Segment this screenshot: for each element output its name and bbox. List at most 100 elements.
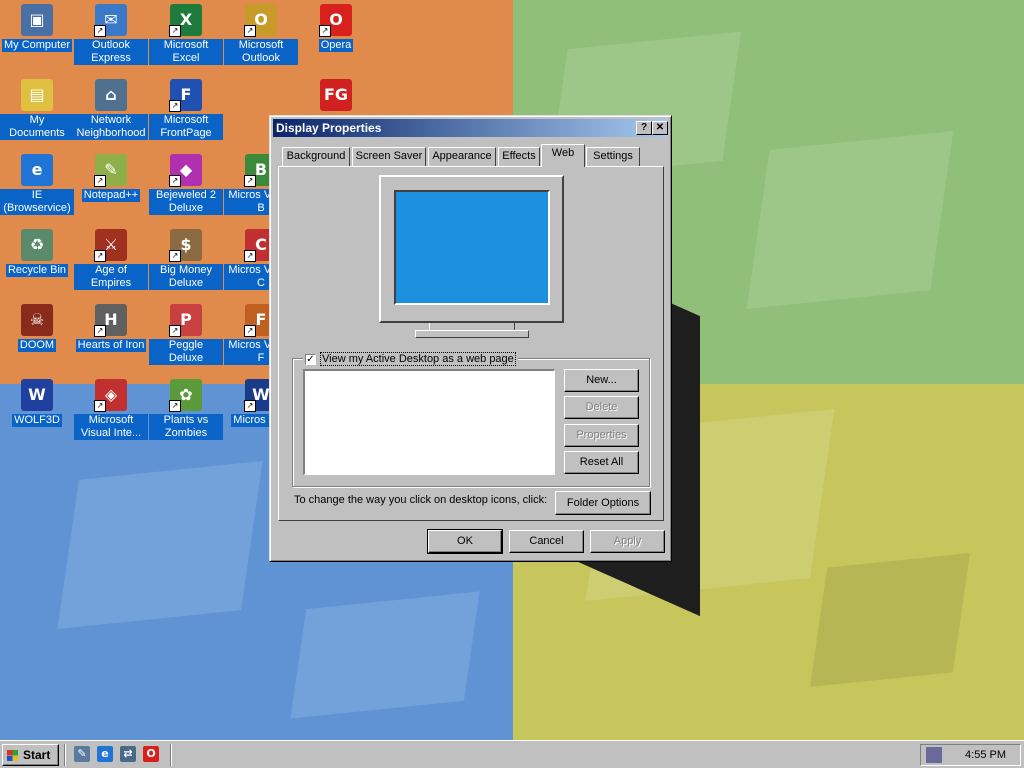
shortcut-arrow-icon: ↗	[169, 250, 181, 262]
app-glyph: ♻	[29, 235, 45, 254]
app-icon: ✉ ↗	[94, 4, 127, 37]
desktop-icon[interactable]: ☠ DOOM	[0, 302, 74, 372]
ie-icon[interactable]: e	[97, 746, 113, 762]
desktop-icon[interactable]: $ ↗ Big Money Deluxe	[149, 227, 223, 297]
active-desktop-checkbox-label[interactable]: View my Active Desktop as a web page	[320, 352, 516, 366]
shortcut-arrow-icon: ↗	[94, 250, 106, 262]
desktop-icon[interactable]: ✎ ↗ Notepad++	[74, 152, 148, 222]
desktop-icon-label: Microsoft Excel	[149, 39, 223, 65]
app-icon: ⚔ ↗	[94, 229, 127, 262]
app-icon: H ↗	[94, 304, 127, 337]
desktop-icon[interactable]: ▣ My Computer	[0, 2, 74, 72]
shortcut-arrow-icon: ↗	[244, 250, 256, 262]
app-icon: P ↗	[169, 304, 202, 337]
tab-effects[interactable]: Effects	[498, 147, 540, 166]
title-bar[interactable]: Display Properties ? ✕	[273, 119, 668, 137]
wallpaper-pane	[809, 553, 971, 687]
active-desktop-checkbox-row[interactable]: ✓ View my Active Desktop as a web page	[303, 352, 518, 366]
app-icon: O ↗	[319, 4, 352, 37]
desktop-icon-label: Age of Empires	[74, 264, 148, 290]
desktop-icon-label: Recycle Bin	[5, 264, 69, 277]
desktop-icon-label: Microsoft Outlook	[224, 39, 298, 65]
start-label: Start	[23, 748, 51, 762]
tab-background[interactable]: Background	[282, 147, 350, 166]
start-button[interactable]: Start	[2, 744, 59, 766]
tab-appearance[interactable]: Appearance	[428, 147, 496, 166]
system-tray: 4:55 PM	[920, 744, 1021, 766]
app-glyph: e	[31, 160, 43, 179]
desktop-items-list[interactable]	[303, 369, 555, 475]
display-properties-dialog: Display Properties ? ✕ Background Screen…	[269, 115, 672, 562]
wallpaper-pane	[57, 461, 263, 629]
dialog-title: Display Properties	[276, 121, 382, 135]
desktop-icon-label: Big Money Deluxe	[149, 264, 223, 290]
monitor-preview	[379, 175, 564, 323]
tray-monitor-icon[interactable]	[926, 747, 942, 763]
monitor-screen	[394, 190, 550, 305]
app-icon: ⌂	[95, 79, 127, 111]
app-icon: e	[21, 154, 53, 186]
desktop-icon-label: Plants vs Zombies	[149, 414, 223, 440]
app-glyph: ☠	[29, 310, 45, 329]
tab-web[interactable]: Web	[541, 144, 585, 167]
desktop-icon-label: Bejeweled 2 Deluxe	[149, 189, 223, 215]
folder-options-button[interactable]: Folder Options	[555, 491, 651, 515]
desktop-icon[interactable]: W WOLF3D	[0, 377, 74, 447]
clock[interactable]: 4:55 PM	[965, 749, 1006, 761]
app-icon: W	[21, 379, 53, 411]
close-button[interactable]: ✕	[652, 121, 668, 135]
apply-button[interactable]: Apply	[590, 530, 665, 553]
desktop-icon[interactable]: O ↗ Microsoft Outlook	[224, 2, 298, 72]
app-glyph: ⌂	[105, 85, 117, 104]
app-icon: ▣	[21, 4, 53, 36]
wallpaper-pane	[746, 131, 954, 309]
desktop-icon-label: My Computer	[1, 39, 73, 52]
desktop-icon-label: IE (Browservice)	[0, 189, 74, 215]
desktop-icon[interactable]: H ↗ Hearts of Iron	[74, 302, 148, 372]
desktop-icon[interactable]: ✿ ↗ Plants vs Zombies	[149, 377, 223, 447]
desktop-icon[interactable]: ◈ ↗ Microsoft Visual Inte...	[74, 377, 148, 447]
network-icon[interactable]: ⇄	[120, 746, 136, 762]
active-desktop-checkbox[interactable]: ✓	[305, 353, 316, 365]
desktop-icon[interactable]: ✉ ↗ Outlook Express	[74, 2, 148, 72]
tab-screen-saver[interactable]: Screen Saver	[352, 147, 426, 166]
new-button[interactable]: New...	[564, 369, 639, 392]
help-button[interactable]: ?	[636, 121, 652, 135]
wallpaper-pane	[290, 591, 480, 719]
desktop-icon[interactable]: X ↗ Microsoft Excel	[149, 2, 223, 72]
shortcut-arrow-icon: ↗	[169, 25, 181, 37]
app-glyph: FG	[323, 85, 349, 104]
desktop-icon-label: Hearts of Iron	[75, 339, 147, 352]
taskbar-separator	[64, 744, 66, 766]
desktop-icon[interactable]: ◆ ↗ Bejeweled 2 Deluxe	[149, 152, 223, 222]
monitor-base	[415, 330, 529, 338]
desktop-icon[interactable]: ♻ Recycle Bin	[0, 227, 74, 297]
properties-button[interactable]: Properties	[564, 424, 639, 447]
shortcut-arrow-icon: ↗	[244, 175, 256, 187]
delete-button[interactable]: Delete	[564, 396, 639, 419]
reset-all-button[interactable]: Reset All	[564, 451, 639, 474]
desktop-icon[interactable]: P ↗ Peggle Deluxe	[149, 302, 223, 372]
app-icon: ☠	[21, 304, 53, 336]
show-desktop-icon[interactable]: ✎	[74, 746, 90, 762]
desktop-icon[interactable]: ▤ My Documents	[0, 77, 74, 147]
tab-settings[interactable]: Settings	[586, 147, 640, 166]
desktop-icon[interactable]: F ↗ Microsoft FrontPage	[149, 77, 223, 147]
shortcut-arrow-icon: ↗	[94, 25, 106, 37]
desktop-icon[interactable]: e IE (Browservice)	[0, 152, 74, 222]
app-icon: O ↗	[244, 4, 277, 37]
shortcut-arrow-icon: ↗	[94, 325, 106, 337]
desktop-icon[interactable]: O ↗ Opera	[299, 2, 373, 72]
opera-icon[interactable]: O	[143, 746, 159, 762]
desktop-icon[interactable]: ⌂ Network Neighborhood	[74, 77, 148, 147]
app-icon: ✎ ↗	[94, 154, 127, 187]
app-icon: FG	[320, 79, 352, 111]
desktop-icon-label: WOLF3D	[12, 414, 62, 427]
desktop-icon[interactable]: ⚔ ↗ Age of Empires	[74, 227, 148, 297]
desktop-icon-label: My Documents	[0, 114, 74, 140]
cancel-button[interactable]: Cancel	[509, 530, 584, 553]
taskbar-separator	[170, 744, 172, 766]
app-glyph: ▣	[29, 10, 45, 29]
desktop-icon-label: DOOM	[17, 339, 57, 352]
ok-button[interactable]: OK	[427, 529, 503, 554]
